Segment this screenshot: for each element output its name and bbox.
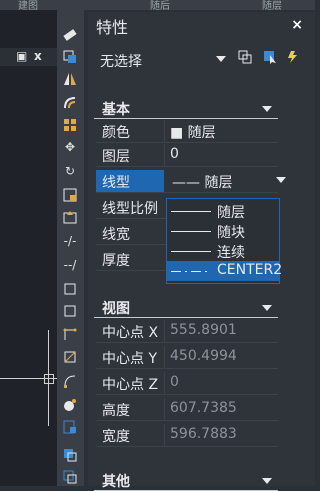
select-objects-icon[interactable] xyxy=(260,47,280,67)
property-key: 中心点 Z xyxy=(102,377,159,393)
mirror-icon[interactable] xyxy=(61,70,79,88)
dropdown-item-label: CENTER2 xyxy=(217,262,283,278)
scale-icon[interactable] xyxy=(61,186,79,204)
rotate-icon[interactable]: ↻ xyxy=(61,162,79,180)
restore-icon[interactable]: ▣ xyxy=(16,49,27,63)
canvas-window-bar: ▣ x xyxy=(0,48,57,66)
layers-icon[interactable] xyxy=(61,468,79,486)
section-other[interactable]: 其他 xyxy=(94,470,278,491)
section-other-label: 其他 xyxy=(102,474,130,490)
dropdown-item-selected[interactable]: CENTER2 xyxy=(167,261,283,281)
property-key: 厚度 xyxy=(102,253,130,269)
fillet-icon[interactable] xyxy=(61,348,79,366)
dropdown-item[interactable]: 连续 xyxy=(167,241,279,261)
move-icon[interactable]: ✥ xyxy=(61,138,79,156)
property-key: 宽度 xyxy=(102,429,130,445)
dropdown-item-label: 随层 xyxy=(217,205,245,221)
section-view[interactable]: 视图 xyxy=(94,297,278,318)
linetype-preview xyxy=(171,271,211,272)
property-key: 线宽 xyxy=(102,227,130,243)
cursor-pickbox xyxy=(44,374,54,384)
block-edit-icon[interactable] xyxy=(61,418,79,436)
close-icon[interactable]: x xyxy=(34,49,42,63)
stretch-icon[interactable] xyxy=(61,208,79,226)
property-row-center-x[interactable]: 中心点 X 555.8901 xyxy=(96,320,278,343)
sphere-icon[interactable] xyxy=(61,396,79,414)
section-basic-label: 基本 xyxy=(102,102,130,118)
array-icon[interactable] xyxy=(61,116,79,134)
property-key: 中心点 Y xyxy=(102,351,158,367)
eraser-icon[interactable] xyxy=(61,24,79,42)
property-value: 450.4994 xyxy=(170,348,237,364)
linetype-preview xyxy=(171,251,211,252)
break-icon[interactable] xyxy=(61,280,79,298)
property-row-color[interactable]: 颜色 ■ 随层 xyxy=(96,120,278,143)
collapse-icon xyxy=(262,106,272,112)
linetype-preview xyxy=(171,231,211,232)
selection-value: 无选择 xyxy=(100,54,142,70)
close-icon[interactable]: × xyxy=(291,17,303,33)
dropdown-item-label: 连续 xyxy=(217,245,245,261)
property-key: 颜色 xyxy=(102,125,130,141)
top-tab-strip: 建图 随后 随层 xyxy=(0,0,315,12)
section-basic[interactable]: 基本 xyxy=(94,98,278,119)
property-value: 0 xyxy=(170,146,179,162)
modify-toolbar: ✥ ↻ -/- --/ xyxy=(57,10,84,486)
top-tab[interactable]: 随层 xyxy=(262,0,282,12)
property-key: 图层 xyxy=(102,149,130,165)
extend-icon[interactable]: --/ xyxy=(61,256,79,274)
dropdown-item[interactable]: 随层 xyxy=(167,201,279,221)
chamfer-icon[interactable] xyxy=(61,326,79,344)
top-tab[interactable]: 随后 xyxy=(150,0,170,12)
property-value: 607.7385 xyxy=(170,400,237,416)
property-row-height[interactable]: 高度 607.7385 xyxy=(96,398,278,421)
property-row-linetype[interactable]: 线型 —— 随层 xyxy=(96,170,286,193)
panel-title: 特性 xyxy=(96,18,129,37)
quick-select-icon[interactable] xyxy=(283,47,303,67)
chevron-down-icon xyxy=(216,56,226,62)
chevron-down-icon[interactable] xyxy=(276,177,286,183)
property-value: 555.8901 xyxy=(170,322,237,338)
trim-icon[interactable]: -/- xyxy=(61,232,79,250)
section-view-label: 视图 xyxy=(102,301,130,317)
property-value: —— 随层 xyxy=(172,175,233,191)
explode-icon[interactable] xyxy=(61,372,79,390)
property-value: 596.7883 xyxy=(170,426,237,442)
selection-dropdown[interactable]: 无选择 xyxy=(96,49,230,71)
property-row-layer[interactable]: 图层 0 xyxy=(96,144,278,167)
property-key: 高度 xyxy=(102,403,130,419)
copy-alt-icon[interactable] xyxy=(61,446,79,464)
copy-icon[interactable] xyxy=(61,48,79,66)
toggle-pickadd-icon[interactable] xyxy=(235,47,255,67)
property-key: 线型比例 xyxy=(102,201,158,217)
property-key: 中心点 X xyxy=(102,325,159,341)
property-value: 0 xyxy=(170,374,179,390)
collapse-icon xyxy=(262,305,272,311)
property-row-width[interactable]: 宽度 596.7883 xyxy=(96,424,278,447)
linetype-preview xyxy=(171,211,211,212)
collapse-icon xyxy=(262,478,272,484)
property-row-center-y[interactable]: 中心点 Y 450.4994 xyxy=(96,346,278,369)
property-row-center-z[interactable]: 中心点 Z 0 xyxy=(96,372,278,395)
linetype-dropdown-list[interactable]: 随层 随块 连续 CENTER2 xyxy=(166,198,283,284)
property-key: 线型 xyxy=(102,175,130,191)
offset-icon[interactable] xyxy=(61,94,79,112)
drawing-canvas[interactable]: ▣ x xyxy=(0,10,57,486)
dropdown-item-label: 随块 xyxy=(217,225,245,241)
property-value: ■ 随层 xyxy=(170,125,216,141)
join-icon[interactable] xyxy=(61,302,79,320)
dropdown-item[interactable]: 随块 xyxy=(167,221,279,241)
